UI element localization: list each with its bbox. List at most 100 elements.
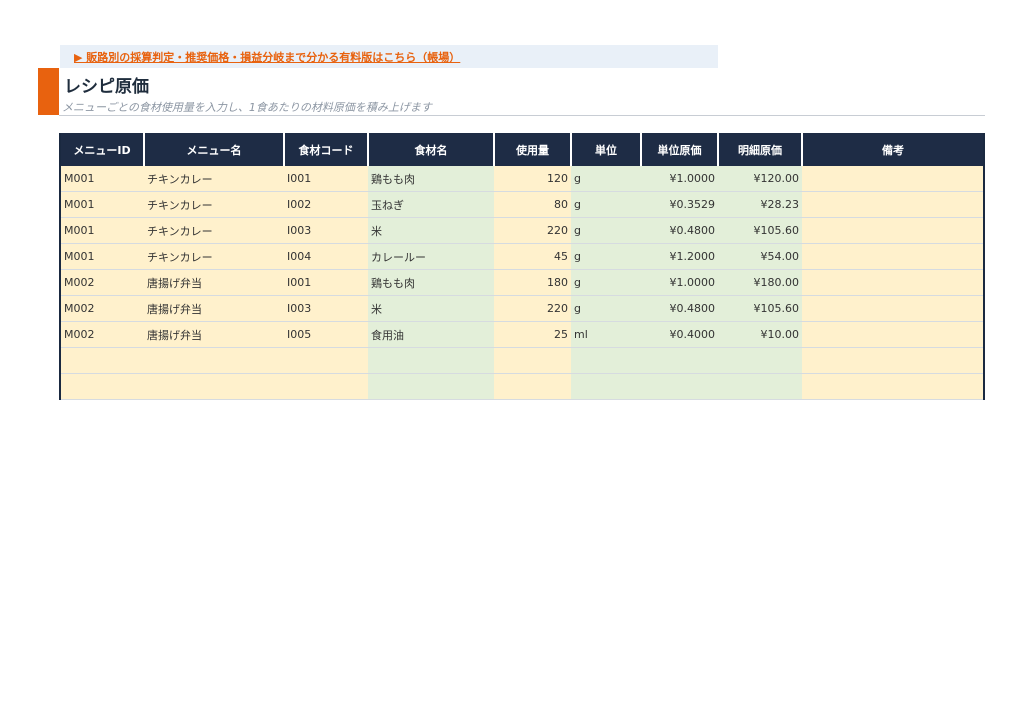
col-header-ingredient-name: 食材名 [368, 133, 495, 166]
quantity-cell[interactable]: 45 [494, 243, 571, 270]
notes-cell[interactable] [802, 373, 984, 400]
line-cost-cell[interactable] [718, 373, 802, 400]
unit-cost-cell[interactable]: ¥0.3529 [641, 191, 718, 218]
unit-cell[interactable]: ml [571, 321, 641, 348]
unit-cell[interactable]: g [571, 295, 641, 322]
notes-cell[interactable] [802, 191, 984, 218]
unit-cost-cell[interactable]: ¥0.4000 [641, 321, 718, 348]
menu-id-cell[interactable]: M002 [60, 295, 144, 322]
ingredient-code-cell[interactable]: I003 [284, 295, 368, 322]
ingredient-name-cell[interactable]: 食用油 [368, 321, 494, 348]
menu-name-cell[interactable]: チキンカレー [144, 243, 284, 270]
table-row: M001 チキンカレー I003 米 220 g ¥0.4800 ¥105.60 [60, 217, 984, 244]
ingredient-name-cell[interactable] [368, 347, 494, 374]
menu-id-cell[interactable] [60, 347, 144, 374]
col-header-quantity: 使用量 [494, 133, 572, 166]
line-cost-cell[interactable]: ¥28.23 [718, 191, 802, 218]
quantity-cell[interactable]: 220 [494, 295, 571, 322]
unit-cell[interactable] [571, 373, 641, 400]
ingredient-name-cell[interactable]: カレールー [368, 243, 494, 270]
unit-cost-cell[interactable]: ¥1.2000 [641, 243, 718, 270]
ingredient-code-cell[interactable]: I005 [284, 321, 368, 348]
ingredient-code-cell[interactable] [284, 347, 368, 374]
table-row: M002 唐揚げ弁当 I001 鶏もも肉 180 g ¥1.0000 ¥180.00 [60, 269, 984, 296]
ingredient-name-cell[interactable]: 米 [368, 295, 494, 322]
unit-cell[interactable] [571, 347, 641, 374]
line-cost-cell[interactable] [718, 347, 802, 374]
unit-cost-cell[interactable]: ¥1.0000 [641, 166, 718, 192]
quantity-cell[interactable] [494, 347, 571, 374]
quantity-cell[interactable]: 120 [494, 166, 571, 192]
ingredient-code-cell[interactable]: I002 [284, 191, 368, 218]
ingredient-code-cell[interactable] [284, 373, 368, 400]
unit-cost-cell[interactable]: ¥0.4800 [641, 295, 718, 322]
table-row [60, 347, 984, 374]
ingredient-code-cell[interactable]: I004 [284, 243, 368, 270]
quantity-cell[interactable]: 180 [494, 269, 571, 296]
menu-id-cell[interactable]: M002 [60, 269, 144, 296]
menu-name-cell[interactable]: 唐揚げ弁当 [144, 295, 284, 322]
col-header-menu-id: メニューID [60, 133, 145, 166]
table-row: M002 唐揚げ弁当 I003 米 220 g ¥0.4800 ¥105.60 [60, 295, 984, 322]
quantity-cell[interactable] [494, 373, 571, 400]
menu-name-cell[interactable]: チキンカレー [144, 166, 284, 192]
notes-cell[interactable] [802, 217, 984, 244]
table-row: M001 チキンカレー I001 鶏もも肉 120 g ¥1.0000 ¥120.00 [60, 166, 984, 192]
ingredient-code-cell[interactable]: I003 [284, 217, 368, 244]
unit-cost-cell[interactable] [641, 373, 718, 400]
ingredient-name-cell[interactable]: 玉ねぎ [368, 191, 494, 218]
notes-cell[interactable] [802, 269, 984, 296]
ingredient-name-cell[interactable]: 米 [368, 217, 494, 244]
notes-cell[interactable] [802, 321, 984, 348]
menu-name-cell[interactable]: チキンカレー [144, 191, 284, 218]
unit-cost-cell[interactable]: ¥0.4800 [641, 217, 718, 244]
ingredient-name-cell[interactable] [368, 373, 494, 400]
paid-version-link[interactable]: ▶ 販路別の採算判定・推奨価格・損益分岐まで分かる有料版はこちら（帳場） [74, 49, 460, 65]
menu-id-cell[interactable]: M001 [60, 166, 144, 192]
unit-cell[interactable]: g [571, 243, 641, 270]
line-cost-cell[interactable]: ¥120.00 [718, 166, 802, 192]
ingredient-code-cell[interactable]: I001 [284, 269, 368, 296]
notes-cell[interactable] [802, 347, 984, 374]
title-accent-bar [38, 68, 59, 115]
quantity-cell[interactable]: 220 [494, 217, 571, 244]
quantity-cell[interactable]: 25 [494, 321, 571, 348]
table-row: M002 唐揚げ弁当 I005 食用油 25 ml ¥0.4000 ¥10.00 [60, 321, 984, 348]
line-cost-cell[interactable]: ¥180.00 [718, 269, 802, 296]
ingredient-name-cell[interactable]: 鶏もも肉 [368, 269, 494, 296]
col-header-menu-name: メニュー名 [144, 133, 285, 166]
line-cost-cell[interactable]: ¥105.60 [718, 217, 802, 244]
notes-cell[interactable] [802, 166, 984, 192]
unit-cost-cell[interactable] [641, 347, 718, 374]
notes-cell[interactable] [802, 295, 984, 322]
menu-name-cell[interactable]: チキンカレー [144, 217, 284, 244]
table-row: M001 チキンカレー I004 カレールー 45 g ¥1.2000 ¥54.00 [60, 243, 984, 270]
menu-id-cell[interactable]: M002 [60, 321, 144, 348]
notes-cell[interactable] [802, 243, 984, 270]
ingredient-code-cell[interactable]: I001 [284, 166, 368, 192]
menu-id-cell[interactable] [60, 373, 144, 400]
unit-cell[interactable]: g [571, 166, 641, 192]
unit-cost-cell[interactable]: ¥1.0000 [641, 269, 718, 296]
menu-name-cell[interactable] [144, 373, 284, 400]
unit-cell[interactable]: g [571, 269, 641, 296]
page-subtitle: メニューごとの食材使用量を入力し、1食あたりの材料原価を積み上げます [62, 101, 432, 114]
line-cost-cell[interactable]: ¥10.00 [718, 321, 802, 348]
header-divider [59, 115, 985, 116]
line-cost-cell[interactable]: ¥54.00 [718, 243, 802, 270]
menu-name-cell[interactable]: 唐揚げ弁当 [144, 321, 284, 348]
menu-name-cell[interactable]: 唐揚げ弁当 [144, 269, 284, 296]
menu-id-cell[interactable]: M001 [60, 217, 144, 244]
col-header-unit-cost: 単位原価 [641, 133, 719, 166]
unit-cell[interactable]: g [571, 191, 641, 218]
promo-banner: ▶ 販路別の採算判定・推奨価格・損益分岐まで分かる有料版はこちら（帳場） [60, 45, 718, 68]
line-cost-cell[interactable]: ¥105.60 [718, 295, 802, 322]
menu-id-cell[interactable]: M001 [60, 243, 144, 270]
table-header-row: メニューID メニュー名 食材コード 食材名 使用量 単位 単位原価 明細原価 … [60, 133, 984, 166]
menu-id-cell[interactable]: M001 [60, 191, 144, 218]
table-row: M001 チキンカレー I002 玉ねぎ 80 g ¥0.3529 ¥28.23 [60, 191, 984, 218]
quantity-cell[interactable]: 80 [494, 191, 571, 218]
menu-name-cell[interactable] [144, 347, 284, 374]
unit-cell[interactable]: g [571, 217, 641, 244]
ingredient-name-cell[interactable]: 鶏もも肉 [368, 166, 494, 192]
